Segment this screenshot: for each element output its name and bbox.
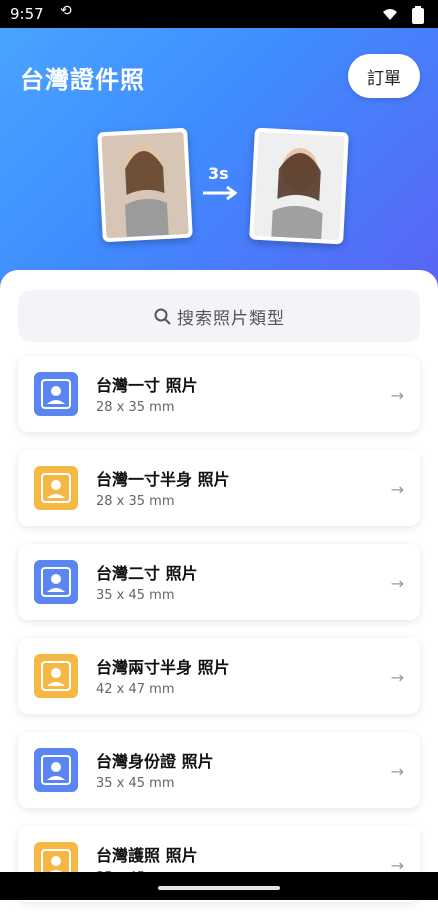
item-title: 台灣護照 照片 bbox=[96, 846, 198, 865]
transform-label: 3s bbox=[208, 164, 229, 183]
after-portrait bbox=[253, 131, 345, 241]
id-photo-icon bbox=[34, 466, 78, 510]
status-time: 9:57 bbox=[10, 5, 44, 23]
arrow-right-icon: → bbox=[390, 668, 404, 687]
photo-after bbox=[249, 127, 349, 245]
item-size: 42 x 47 mm bbox=[96, 682, 175, 697]
search-bar[interactable]: 搜索照片類型 bbox=[18, 290, 420, 342]
id-photo-icon bbox=[34, 372, 78, 416]
item-title: 台灣二寸 照片 bbox=[96, 564, 198, 583]
list-item[interactable]: 台灣二寸 照片 35 x 45 mm → bbox=[18, 544, 420, 620]
item-title: 台灣兩寸半身 照片 bbox=[96, 658, 230, 677]
arrow-right-icon: → bbox=[390, 574, 404, 593]
item-title: 台灣一寸半身 照片 bbox=[96, 470, 230, 489]
id-photo-icon bbox=[34, 748, 78, 792]
hero-banner bbox=[0, 0, 438, 300]
list-item[interactable]: 台灣兩寸半身 照片 42 x 47 mm → bbox=[18, 638, 420, 714]
status-bar: 9:57 ⟲ bbox=[0, 0, 438, 28]
item-size: 28 x 35 mm bbox=[96, 494, 175, 509]
arrow-right-icon bbox=[203, 186, 238, 200]
arrow-right-icon: → bbox=[390, 386, 404, 405]
item-size: 35 x 45 mm bbox=[96, 776, 175, 791]
arrow-right-icon: → bbox=[390, 480, 404, 499]
gesture-handle[interactable] bbox=[158, 886, 280, 890]
app-title: 台灣證件照 bbox=[20, 66, 145, 94]
id-photo-icon bbox=[34, 654, 78, 698]
wifi-icon bbox=[383, 9, 397, 20]
item-size: 28 x 35 mm bbox=[96, 400, 175, 415]
item-size: 35 x 45 mm bbox=[96, 588, 175, 603]
list-item[interactable]: 台灣身份證 照片 35 x 45 mm → bbox=[18, 732, 420, 808]
orders-button[interactable]: 訂單 bbox=[348, 54, 420, 98]
id-photo-icon bbox=[34, 560, 78, 604]
arrow-right-icon: → bbox=[390, 762, 404, 781]
item-title: 台灣身份證 照片 bbox=[96, 752, 214, 771]
list-item[interactable]: 台灣一寸 照片 28 x 35 mm → bbox=[18, 356, 420, 432]
sync-icon: ⟲ bbox=[60, 3, 72, 19]
search-icon bbox=[154, 308, 171, 325]
item-title: 台灣一寸 照片 bbox=[96, 376, 198, 395]
battery-icon bbox=[412, 6, 424, 24]
photo-type-list: 台灣一寸 照片 28 x 35 mm → 台灣一寸半身 照片 28 x 35 mm → 台灣… bbox=[18, 356, 420, 920]
photo-before bbox=[97, 127, 193, 243]
list-item[interactable]: 台灣一寸半身 照片 28 x 35 mm → bbox=[18, 450, 420, 526]
before-portrait bbox=[101, 131, 189, 239]
search-placeholder: 搜索照片類型 bbox=[177, 308, 285, 329]
